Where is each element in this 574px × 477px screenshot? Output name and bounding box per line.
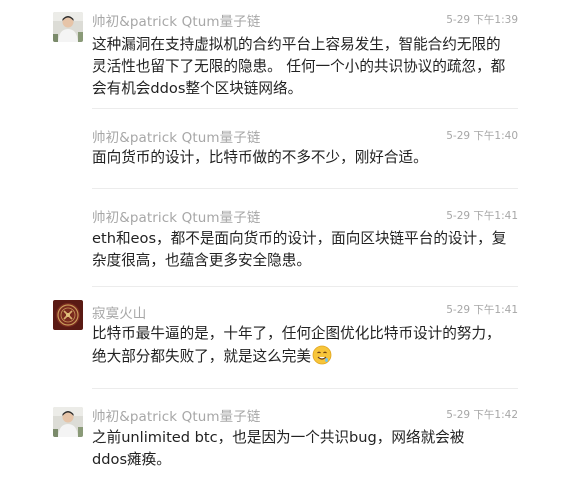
- message-text: 面向货币的设计，比特币做的不多不少，刚好合适。: [92, 147, 522, 169]
- message-line: 灵活性也留下了无限的隐患。 任何一个小的共识协议的疏忽，都: [92, 58, 506, 75]
- avatar[interactable]: [53, 407, 83, 437]
- message-line: 杂度很高，也蕴含更多安全隐患。: [92, 252, 311, 269]
- drooling-face-icon: [312, 345, 332, 372]
- divider: [92, 108, 518, 109]
- message-line: ddos瘫痪。: [92, 451, 171, 468]
- timestamp: 5-29 下午1:40: [446, 130, 518, 142]
- timestamp: 5-29 下午1:41: [446, 210, 518, 222]
- timestamp: 5-29 下午1:42: [446, 409, 518, 421]
- sender-name: 帅初&patrick Qtum量子链: [92, 130, 261, 146]
- timestamp: 5-29 下午1:41: [446, 304, 518, 316]
- message-line: 会有机会ddos整个区块链网络。: [92, 80, 303, 97]
- divider: [92, 188, 518, 189]
- avatar[interactable]: [53, 12, 83, 42]
- divider: [92, 388, 518, 389]
- sender-name: 寂寞火山: [92, 306, 147, 322]
- message-line: 比特币最牛逼的是，十年了，任何企图优化比特币设计的努力，: [92, 325, 501, 342]
- message-line-text: 绝大部分都失败了，就是这么完美: [92, 348, 311, 365]
- message-line: 这种漏洞在支持虚拟机的合约平台上容易发生，智能合约无限的: [92, 36, 501, 53]
- message-text: eth和eos，都不是面向货币的设计，面向区块链平台的设计，复 杂度很高，也蕴含…: [92, 228, 522, 272]
- message-line: 之前unlimited btc，也是因为一个共识bug，网络就会被: [92, 429, 465, 446]
- message-text: 这种漏洞在支持虚拟机的合约平台上容易发生，智能合约无限的 灵活性也留下了无限的隐…: [92, 34, 522, 100]
- timestamp: 5-29 下午1:39: [446, 14, 518, 26]
- message-line: 绝大部分都失败了，就是这么完美: [92, 345, 522, 372]
- message-line: eth和eos，都不是面向货币的设计，面向区块链平台的设计，复: [92, 230, 507, 247]
- message-line: 面向货币的设计，比特币做的不多不少，刚好合适。: [92, 149, 428, 166]
- avatar[interactable]: [53, 300, 83, 330]
- sender-name: 帅初&patrick Qtum量子链: [92, 210, 261, 226]
- message-text: 比特币最牛逼的是，十年了，任何企图优化比特币设计的努力， 绝大部分都失败了，就是…: [92, 323, 522, 372]
- sender-name: 帅初&patrick Qtum量子链: [92, 409, 261, 425]
- divider: [92, 286, 518, 287]
- message-text: 之前unlimited btc，也是因为一个共识bug，网络就会被 ddos瘫痪…: [92, 427, 522, 471]
- sender-name: 帅初&patrick Qtum量子链: [92, 14, 261, 30]
